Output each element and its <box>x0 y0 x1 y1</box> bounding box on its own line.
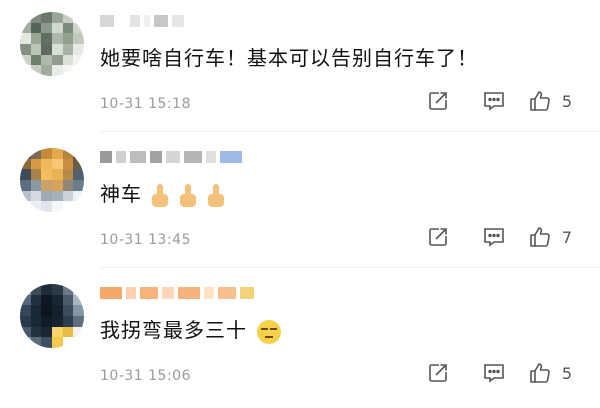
avatar[interactable] <box>20 148 84 212</box>
comment-text-body: 神车 <box>100 182 142 206</box>
comment-icon <box>484 228 504 247</box>
thumbs-up-icon <box>530 363 550 383</box>
comment-timestamp: 10-31 13:45 <box>100 232 191 248</box>
comment-icon <box>484 364 504 383</box>
thumbs-up-emoji-icon <box>178 183 200 208</box>
comment-timestamp: 10-31 15:06 <box>100 368 191 384</box>
share-button[interactable] <box>410 362 466 384</box>
like-button[interactable]: 5 <box>522 361 578 385</box>
divider <box>100 267 600 268</box>
thumbs-up-emoji-icon <box>206 183 228 208</box>
comment-actions: 5 <box>410 89 578 113</box>
share-icon <box>429 228 447 246</box>
comment-item: 神车 10-31 13:45 7 <box>0 136 600 272</box>
comment-text: 她要啥自行车！基本可以告别自行车了！ <box>100 44 478 72</box>
comment-item: 我拐弯最多三十 10-31 15:06 5 <box>0 272 600 408</box>
avatar[interactable] <box>20 284 84 348</box>
like-count: 5 <box>561 91 573 111</box>
comment-icon <box>484 92 504 111</box>
tired-face-emoji-icon <box>257 319 281 344</box>
comment-timestamp: 10-31 15:18 <box>100 96 191 112</box>
reply-button[interactable] <box>466 362 522 384</box>
like-count: 7 <box>561 227 573 247</box>
like-button[interactable]: 7 <box>522 225 578 249</box>
username[interactable] <box>100 150 242 164</box>
comment-text-body: 她要啥自行车！基本可以告别自行车了！ <box>100 46 478 70</box>
divider <box>100 131 600 132</box>
like-button[interactable]: 5 <box>522 89 578 113</box>
share-button[interactable] <box>410 226 466 248</box>
reply-button[interactable] <box>466 226 522 248</box>
thumbs-up-icon <box>530 227 550 247</box>
thumbs-up-emoji-icon <box>150 183 172 208</box>
comment-text: 神车 <box>100 180 228 208</box>
comment-text: 我拐弯最多三十 <box>100 316 281 344</box>
username[interactable] <box>100 14 184 28</box>
username[interactable] <box>100 286 254 300</box>
avatar[interactable] <box>20 12 84 76</box>
comment-actions: 5 <box>410 361 578 385</box>
comment-item: 她要啥自行车！基本可以告别自行车了！ 10-31 15:18 5 <box>0 0 600 136</box>
reply-button[interactable] <box>466 90 522 112</box>
like-count: 5 <box>561 363 573 383</box>
comment-actions: 7 <box>410 225 578 249</box>
share-button[interactable] <box>410 90 466 112</box>
share-icon <box>429 364 447 382</box>
comment-text-body: 我拐弯最多三十 <box>100 318 247 342</box>
share-icon <box>429 92 447 110</box>
thumbs-up-icon <box>530 91 550 111</box>
